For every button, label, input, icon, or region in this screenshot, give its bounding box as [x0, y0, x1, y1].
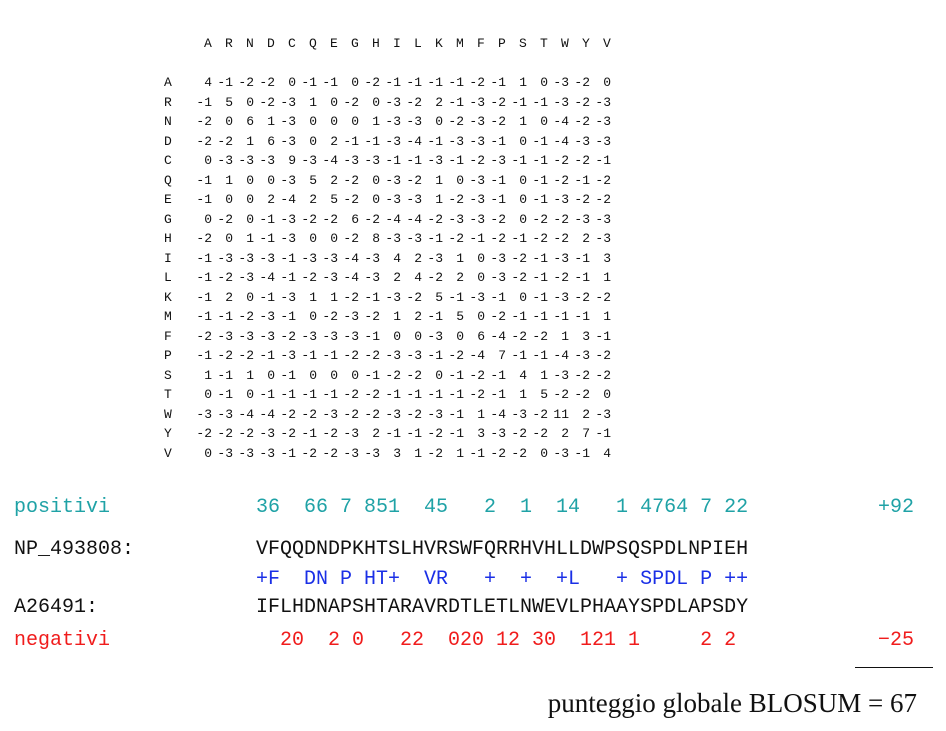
matrix-row-header: C	[164, 153, 172, 168]
matrix-column-header: W	[561, 36, 569, 51]
match-line: +F DN P HT+ VR + + +L + SPDL P ++	[256, 568, 749, 591]
matrix-column-header: L	[414, 36, 422, 51]
matrix-cell: 0	[603, 387, 611, 402]
negatives-total: −25	[877, 629, 914, 652]
matrix-column-header: E	[330, 36, 338, 51]
matrix-row-header: V	[164, 445, 172, 461]
query-row: NP_493808: VFQQDNDPKHTSLHVRSWFQRRHVHLLDWP…	[14, 538, 748, 562]
blosum62-matrix: A R N D C Q E G H I L K M F P S T W Y V A 4 -1 -2 -2 0 -1 -1 0 -2 -1 -1…	[0, 0, 946, 480]
matrix-cell: 1	[603, 270, 611, 285]
matrix-column-header: F	[477, 36, 485, 51]
matrix-column-header: Y	[582, 36, 590, 51]
matrix-row-header: A	[164, 75, 172, 90]
matrix-row-header: M	[164, 309, 172, 324]
subject-sequence: IFLHDNAPSHTARAVRDTLETLNWEVLPHAAYSPDLAPSD…	[256, 596, 749, 619]
matrix-column-header: R	[225, 36, 233, 51]
matrix-column-header: G	[351, 36, 359, 51]
matrix-cell: -1	[595, 426, 611, 441]
negatives-row: negativi 20 2 0 22 020 12 30 121 1 2 2	[14, 629, 736, 653]
matrix-column-header: P	[498, 36, 506, 51]
global-score: punteggio globale BLOSUM = 67	[547, 688, 917, 718]
matrix-cell: 3	[603, 250, 611, 266]
matrix-row-header: R	[164, 94, 172, 110]
matrix-row-header: W	[164, 406, 172, 422]
matrix-column-header: Q	[309, 36, 317, 51]
subject-row: A26491: IFLHDNAPSHTARAVRDTLETLNWEVLPHAAYS…	[14, 596, 748, 620]
matrix-row-header: E	[164, 192, 172, 207]
matrix-column-header: T	[540, 36, 548, 51]
matrix-cell: -2	[595, 348, 611, 363]
matrix-row-header: G	[164, 211, 172, 227]
sum-rule	[855, 667, 933, 668]
matrix-row-header: D	[164, 133, 172, 149]
matrix-cell: 0	[603, 75, 611, 90]
matrix-row-header: H	[164, 231, 172, 246]
matrix-cell: -1	[595, 328, 611, 344]
positives-total: +92	[877, 496, 914, 519]
matrix-cell: -3	[595, 211, 611, 227]
matrix-cell: 4	[603, 445, 611, 461]
matrix-cell: -3	[595, 94, 611, 110]
matrix-cell: -3	[595, 114, 611, 129]
matrix-cell: -3	[595, 133, 611, 149]
matrix-column-header: K	[435, 36, 443, 51]
matrix-cell: 1	[603, 309, 611, 324]
matrix-column-header: V	[603, 36, 611, 51]
matrix-row-header: S	[164, 367, 172, 383]
matrix-row-header: I	[164, 250, 172, 266]
matrix-column-header: N	[246, 36, 254, 51]
matrix-cell: -3	[595, 406, 611, 422]
matrix-column-header: M	[456, 36, 464, 51]
matrix-column-header: A	[204, 36, 212, 51]
matrix-cell: -2	[595, 289, 611, 305]
query-sequence: VFQQDNDPKHTSLHVRSWFQRRHVHLLDWPSQSPDLNPIE…	[256, 538, 749, 561]
matrix-cell: -1	[595, 153, 611, 168]
matrix-cell: -3	[595, 231, 611, 246]
positives-label: positivi	[14, 496, 111, 519]
negatives-label: negativi	[14, 629, 111, 652]
negatives-scores: 20 2 0 22 020 12 30 121 1 2 2	[256, 629, 737, 652]
matrix-column-header: D	[267, 36, 275, 51]
matrix-column-header: I	[393, 36, 401, 51]
subject-label: A26491:	[14, 596, 99, 619]
matrix-column-header: H	[372, 36, 380, 51]
matrix-column-header: C	[288, 36, 296, 51]
matrix-row-header: Q	[164, 172, 172, 188]
matrix-row-header: P	[164, 348, 172, 363]
matrix-row-header: K	[164, 289, 172, 305]
matrix-row-header: N	[164, 114, 172, 129]
matrix-cell: -2	[595, 367, 611, 383]
matrix-row-header: Y	[164, 426, 172, 441]
positives-scores: 36 66 7 851 45 2 1 14 1 4764 7 22	[256, 496, 749, 519]
matrix-cell: -2	[595, 172, 611, 188]
positives-row: positivi 36 66 7 851 45 2 1 14 1 4764 7 2…	[14, 496, 748, 520]
matrix-row-header: L	[164, 270, 172, 285]
matrix-cell: -2	[595, 192, 611, 207]
match-row: +F DN P HT+ VR + + +L + SPDL P ++	[14, 568, 748, 592]
matrix-row-header: F	[164, 328, 172, 344]
matrix-column-header: S	[519, 36, 527, 51]
query-label: NP_493808:	[14, 538, 135, 561]
matrix-row-header: T	[164, 387, 172, 402]
